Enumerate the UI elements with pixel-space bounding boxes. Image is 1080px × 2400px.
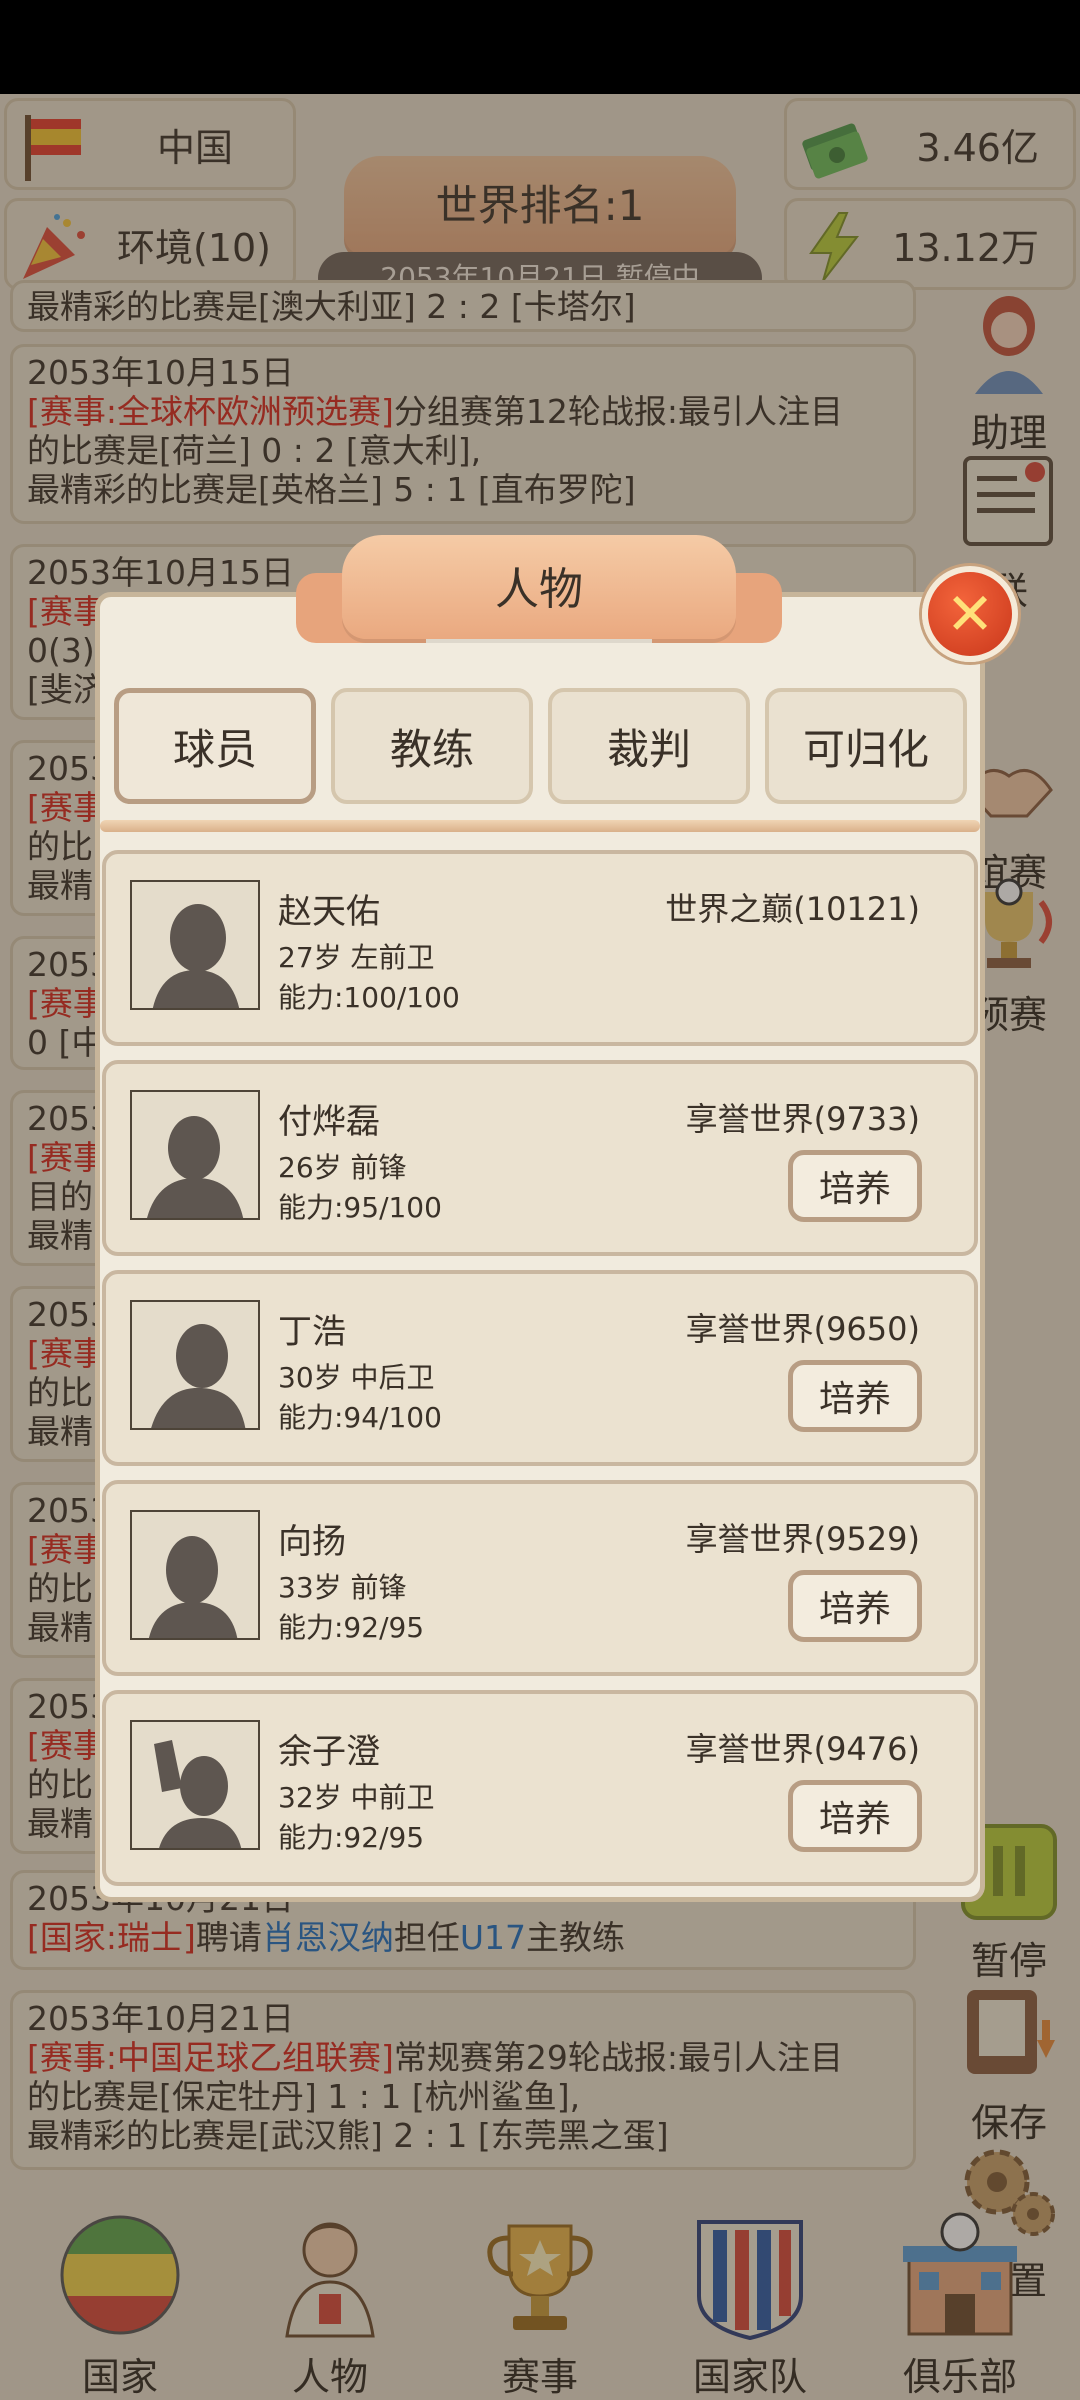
player-age-position: 27岁 左前卫 bbox=[278, 941, 435, 974]
train-button[interactable]: 培养 bbox=[788, 1570, 922, 1642]
player-card[interactable]: 余子澄 32岁 中前卫 能力:92/95 享誉世界(9476) 培养 bbox=[102, 1690, 978, 1886]
player-ability: 能力:100/100 bbox=[278, 981, 460, 1014]
player-ability: 能力:94/100 bbox=[278, 1401, 442, 1434]
player-rank: 享誉世界(9733) bbox=[685, 1100, 920, 1138]
player-rank: 享誉世界(9529) bbox=[685, 1520, 920, 1558]
silhouette-icon bbox=[149, 1536, 238, 1638]
player-name: 赵天佑 bbox=[278, 892, 380, 932]
player-age-position: 30岁 中后卫 bbox=[278, 1361, 435, 1394]
player-avatar bbox=[130, 1300, 260, 1430]
player-age-position: 33岁 前锋 bbox=[278, 1571, 407, 1604]
player-ability: 能力:92/95 bbox=[278, 1611, 425, 1644]
tab-divider bbox=[100, 820, 980, 832]
tab-players[interactable]: 球员 bbox=[114, 688, 316, 804]
player-rank: 享誉世界(9650) bbox=[685, 1310, 920, 1348]
silhouette-icon bbox=[152, 904, 240, 1008]
silhouette-icon bbox=[154, 1740, 242, 1848]
player-ability: 能力:95/100 bbox=[278, 1191, 442, 1224]
player-avatar bbox=[130, 1090, 260, 1220]
player-name: 丁浩 bbox=[278, 1312, 346, 1352]
player-age-position: 26岁 前锋 bbox=[278, 1151, 407, 1184]
player-ability: 能力:92/95 bbox=[278, 1821, 425, 1854]
player-card[interactable]: 向扬 33岁 前锋 能力:92/95 享誉世界(9529) 培养 bbox=[102, 1480, 978, 1676]
player-avatar bbox=[130, 1510, 260, 1640]
player-avatar bbox=[130, 880, 260, 1010]
player-age-position: 32岁 中前卫 bbox=[278, 1781, 435, 1814]
player-name: 付烨磊 bbox=[278, 1102, 380, 1142]
player-name: 向扬 bbox=[278, 1522, 346, 1562]
tab-naturalizable[interactable]: 可归化 bbox=[765, 688, 967, 804]
silhouette-icon bbox=[151, 1324, 246, 1428]
player-card[interactable]: 赵天佑 27岁 左前卫 能力:100/100 世界之巅(10121) bbox=[102, 850, 978, 1046]
modal-title: 人物 bbox=[495, 564, 583, 615]
train-button[interactable]: 培养 bbox=[788, 1360, 922, 1432]
close-icon: ✕ bbox=[945, 580, 995, 648]
train-button[interactable]: 培养 bbox=[788, 1780, 922, 1852]
player-card[interactable]: 付烨磊 26岁 前锋 能力:95/100 享誉世界(9733) 培养 bbox=[102, 1060, 978, 1256]
tab-referees[interactable]: 裁判 bbox=[548, 688, 750, 804]
player-card[interactable]: 丁浩 30岁 中后卫 能力:94/100 享誉世界(9650) 培养 bbox=[102, 1270, 978, 1466]
modal-title-ribbon: 人物 bbox=[296, 535, 782, 665]
player-avatar bbox=[130, 1720, 260, 1850]
tab-coaches[interactable]: 教练 bbox=[331, 688, 533, 804]
silhouette-icon bbox=[147, 1116, 244, 1218]
close-button[interactable]: ✕ bbox=[922, 566, 1018, 662]
train-button[interactable]: 培养 bbox=[788, 1150, 922, 1222]
player-rank: 享誉世界(9476) bbox=[685, 1730, 920, 1768]
player-name: 余子澄 bbox=[278, 1732, 380, 1772]
player-rank: 世界之巅(10121) bbox=[665, 890, 920, 928]
